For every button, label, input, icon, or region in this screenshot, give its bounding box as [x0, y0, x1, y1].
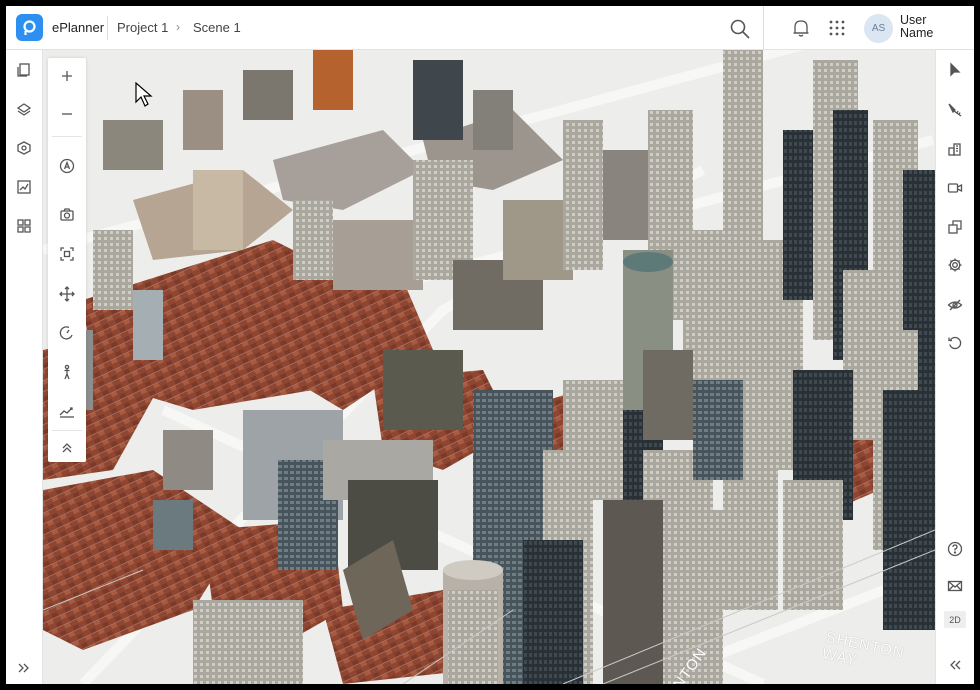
- analysis-button[interactable]: [14, 177, 34, 197]
- annotation-icon: [59, 158, 75, 174]
- pedestrian-view-button[interactable]: [57, 362, 77, 382]
- annotation-button[interactable]: [57, 156, 77, 176]
- help-icon: [947, 541, 963, 557]
- select-button[interactable]: [945, 60, 965, 80]
- apps-grid-icon: [829, 20, 845, 36]
- pan-button[interactable]: [57, 284, 77, 304]
- left-sidebar: [6, 50, 43, 684]
- cursor-icon: [950, 62, 961, 77]
- analysis-icon: [17, 180, 31, 194]
- notifications-button[interactable]: [790, 17, 812, 39]
- pages-icon: [17, 63, 30, 77]
- collapse-tools-button[interactable]: [57, 438, 77, 458]
- zoom-out-button[interactable]: [57, 104, 77, 124]
- map-3d-viewport[interactable]: SHENTON WAY NTON: [43, 50, 935, 684]
- search-icon: [730, 19, 750, 39]
- user-avatar[interactable]: AS: [864, 14, 893, 43]
- qr-code-icon: [17, 219, 31, 233]
- reset-view-button[interactable]: [945, 333, 965, 353]
- fit-view-icon: [60, 247, 74, 261]
- header-divider-right: [763, 6, 764, 50]
- minus-icon: [62, 113, 72, 115]
- measure-icon: [948, 103, 962, 117]
- header-divider: [107, 16, 108, 40]
- rotate-ccw-icon: [948, 336, 962, 350]
- person-icon: [64, 364, 70, 380]
- measure-button[interactable]: [945, 100, 965, 120]
- tool-divider: [52, 136, 82, 137]
- 2d-mode-toggle[interactable]: 2D: [944, 611, 966, 628]
- logo-icon: [23, 20, 36, 35]
- chevron-double-left-icon: [950, 660, 961, 670]
- app-logo[interactable]: [16, 14, 43, 41]
- copy-icon: [948, 220, 962, 234]
- right-sidebar: 2D: [935, 50, 974, 684]
- eye-off-icon: [947, 299, 963, 311]
- layers-button[interactable]: [14, 100, 34, 120]
- qr-code-button[interactable]: [14, 216, 34, 236]
- elevation-button[interactable]: [57, 401, 77, 421]
- chevron-double-right-icon: [18, 663, 29, 673]
- compass-icon: [59, 326, 73, 340]
- apps-grid-button[interactable]: [826, 17, 848, 39]
- city-3d-scene: [43, 50, 935, 684]
- app-window: ePlanner Project 1 › Scene 1 AS User Nam…: [6, 6, 974, 684]
- fit-view-button[interactable]: [57, 244, 77, 264]
- user-name[interactable]: User Name: [900, 14, 970, 40]
- cube-icon: [17, 141, 31, 155]
- video-camera-icon: [947, 183, 963, 193]
- move-icon: [59, 286, 75, 302]
- visibility-button[interactable]: [945, 295, 965, 315]
- bell-icon: [793, 20, 809, 37]
- elevation-icon: [59, 407, 74, 418]
- mail-button[interactable]: [945, 576, 965, 596]
- collapse-right-sidebar-button[interactable]: [945, 655, 965, 675]
- settings-button[interactable]: [945, 255, 965, 275]
- chevron-double-up-icon: [62, 443, 72, 453]
- breadcrumb-scene[interactable]: Scene 1: [193, 20, 241, 35]
- top-header: ePlanner Project 1 › Scene 1 AS User Nam…: [6, 6, 974, 50]
- gear-icon: [948, 258, 962, 272]
- search-button[interactable]: [728, 17, 752, 41]
- zoom-in-button[interactable]: [57, 66, 77, 86]
- mail-icon: [947, 580, 963, 592]
- expand-sidebar-button[interactable]: [14, 658, 34, 678]
- camera-icon: [60, 208, 74, 221]
- app-name: ePlanner: [52, 20, 105, 35]
- buildings-button[interactable]: [945, 139, 965, 159]
- map-tool-panel: [48, 58, 86, 462]
- duplicate-button[interactable]: [945, 217, 965, 237]
- help-button[interactable]: [945, 539, 965, 559]
- pages-button[interactable]: [14, 60, 34, 80]
- tool-divider: [52, 430, 82, 431]
- objects-button[interactable]: [14, 138, 34, 158]
- buildings-icon: [948, 143, 961, 156]
- plus-icon: [62, 71, 72, 81]
- layers-icon: [16, 103, 32, 116]
- breadcrumb-chevron-icon: ›: [176, 20, 180, 34]
- breadcrumb-project[interactable]: Project 1: [117, 20, 168, 35]
- compass-button[interactable]: [57, 323, 77, 343]
- record-button[interactable]: [945, 178, 965, 198]
- mouse-cursor-icon: [135, 82, 153, 107]
- screenshot-button[interactable]: [57, 205, 77, 225]
